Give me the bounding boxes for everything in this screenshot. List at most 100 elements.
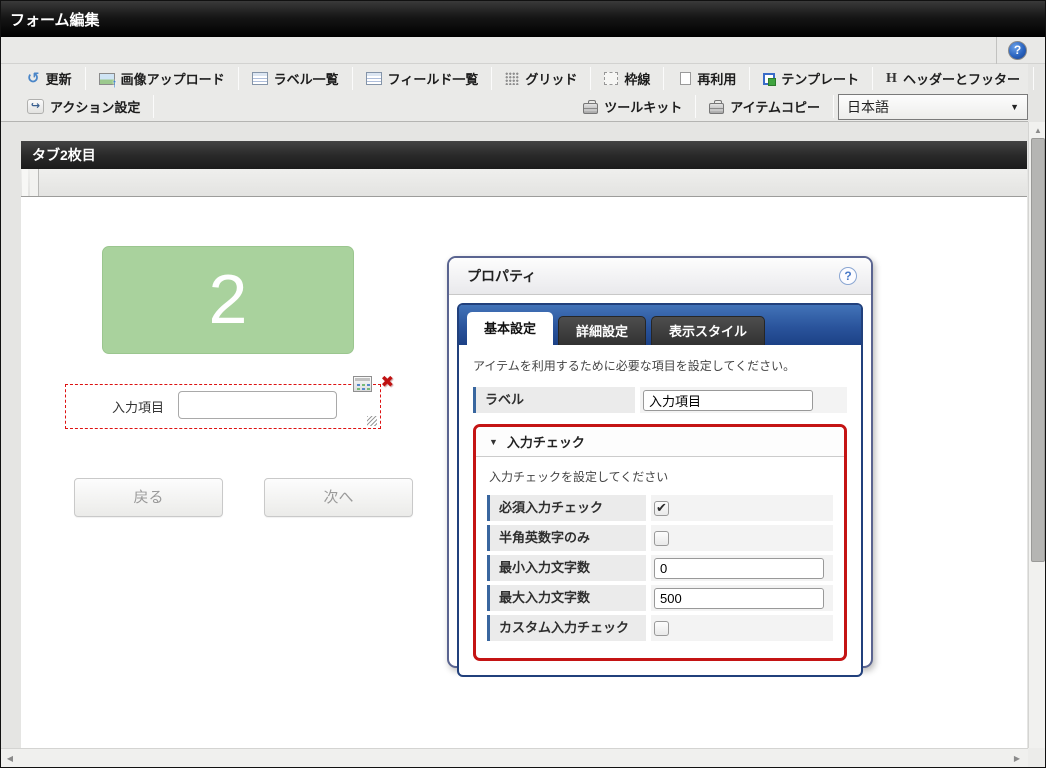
required-checkbox[interactable]: ✔ (654, 500, 669, 516)
vertical-scrollbar-thumb[interactable] (1031, 138, 1045, 562)
toolbar-row-2: ↪ アクション設定 ツールキット アイテムコピー 日本語 ▼ (1, 93, 1028, 120)
refresh-icon: ↺ (27, 69, 40, 87)
toolbar-separator (1032, 67, 1034, 90)
validation-section-title: 入力チェック (506, 435, 585, 450)
properties-tab-content: アイテムを利用するために必要な項目を設定してください。 ラベル ▼ 入力チェック (459, 345, 861, 675)
label-row-value-cell (640, 387, 847, 413)
toolkit-briefcase-icon (583, 99, 599, 114)
collapse-triangle-icon: ▼ (489, 436, 498, 447)
vertical-scrollbar[interactable]: ▲ ▼ (1028, 122, 1045, 767)
chevron-down-icon: ▼ (1010, 101, 1019, 112)
action-arrow-icon: ↪ (27, 99, 44, 114)
validation-section-highlight: ▼ 入力チェック 入力チェックを設定してください 必須入力チェック ✔ 半角英数… (473, 424, 847, 661)
toolbar-separator (695, 95, 697, 118)
max-length-row: 最大入力文字数 (487, 585, 833, 611)
language-select-value: 日本語 (847, 98, 889, 115)
scroll-left-icon[interactable]: ◀ (3, 749, 17, 767)
item-copy-button[interactable]: アイテムコピー (697, 94, 832, 120)
validation-instruction: 入力チェックを設定してください (489, 470, 669, 484)
scrollbar-corner (1028, 748, 1045, 767)
toolbar-separator (590, 67, 592, 90)
field-list-button[interactable]: フィールド一覧 (354, 66, 491, 92)
toolbar-separator (237, 67, 239, 90)
label-list-button[interactable]: ラベル一覧 (240, 66, 351, 92)
required-check-row: 必須入力チェック ✔ (487, 495, 833, 521)
alphanumeric-check-row: 半角英数字のみ (487, 525, 833, 551)
field-label: 入力項目 (112, 400, 165, 415)
toolbar-row-1: ↺ 更新 ↑ 画像アップロード ラベル一覧 フィールド一覧 グリッド 枠線 再利… (1, 65, 1034, 92)
alphanumeric-checkbox[interactable] (654, 530, 669, 546)
next-button[interactable]: 次へ (264, 478, 413, 517)
delete-item-icon[interactable]: ✖ (381, 375, 394, 391)
back-button[interactable]: 戻る (74, 478, 223, 517)
min-length-row: 最小入力文字数 (487, 555, 833, 581)
min-length-input[interactable] (654, 557, 824, 579)
grid-button[interactable]: グリッド (493, 66, 589, 92)
validation-section-header[interactable]: ▼ 入力チェック (476, 427, 844, 457)
image-upload-button[interactable]: ↑ 画像アップロード (87, 66, 237, 92)
window-title: フォーム編集 (10, 11, 100, 29)
tab-display-style[interactable]: 表示スタイル (651, 316, 766, 345)
strip-divider (996, 37, 997, 64)
scroll-right-icon[interactable]: ▶ (1010, 749, 1024, 767)
resize-handle[interactable] (367, 416, 377, 426)
template-button[interactable]: テンプレート (751, 66, 871, 92)
properties-tab-bar: 基本設定 詳細設定 表示スタイル (459, 305, 861, 345)
header-footer-button[interactable]: H ヘッダーとフッター (874, 66, 1032, 92)
properties-tab-container: 基本設定 詳細設定 表示スタイル アイテムを利用するために必要な項目を設定してく… (457, 303, 863, 677)
label-value-input[interactable] (643, 389, 813, 411)
reuse-page-icon (677, 70, 692, 85)
toolbar-separator (749, 67, 751, 90)
label-row: ラベル (473, 387, 847, 413)
item-settings-icon[interactable] (353, 376, 372, 392)
dashed-border-icon (604, 72, 619, 85)
custom-check-row: カスタム入力チェック (487, 615, 833, 641)
update-button[interactable]: ↺ 更新 (15, 66, 84, 92)
properties-panel: プロパティ ? 基本設定 詳細設定 表示スタイル アイテムを利用するために必要な… (447, 256, 873, 677)
toolbar-separator (491, 67, 493, 90)
tab-strip-chip (30, 169, 39, 196)
toolbar-separator (351, 67, 353, 90)
header-footer-icon: H (886, 70, 897, 86)
scroll-up-icon[interactable]: ▲ (1029, 124, 1045, 138)
properties-title: プロパティ (467, 268, 537, 284)
toolbar-separator (872, 67, 874, 90)
properties-help-icon[interactable]: ? (839, 267, 857, 285)
form-canvas-area: タブ2枚目 2 入力項目 ✖ 戻る 次へ プロパティ ? 基本設定 詳細設定 表… (1, 122, 1028, 748)
action-settings-button[interactable]: ↪ アクション設定 (15, 94, 152, 120)
custom-check-checkbox[interactable] (654, 620, 669, 636)
tab-basic-settings[interactable]: 基本設定 (467, 312, 554, 345)
field-list-icon (365, 72, 382, 85)
selected-field-item[interactable]: 入力項目 ✖ (65, 375, 394, 429)
form-edit-window: フォーム編集 ? ↺ 更新 ↑ 画像アップロード ラベル一覧 フィールド一覧 グ… (0, 0, 1046, 768)
max-length-input[interactable] (654, 587, 824, 609)
grid-icon (505, 72, 520, 85)
label-row-name: ラベル (473, 387, 635, 413)
toolkit-button[interactable]: ツールキット (571, 94, 694, 120)
toolbar-separator (84, 67, 86, 90)
reuse-button[interactable]: 再利用 (665, 66, 748, 92)
form-canvas: 2 入力項目 ✖ 戻る 次へ プロパティ ? 基本設定 詳細設定 表示スタイル … (21, 197, 1027, 748)
header-strip: ? (1, 37, 1045, 64)
toolbar-separator (833, 95, 834, 118)
label-list-icon (251, 72, 268, 85)
item-copy-briefcase-icon (709, 99, 725, 114)
tab-detail-settings[interactable]: 詳細設定 (558, 316, 647, 345)
step-number-box[interactable]: 2 (102, 246, 354, 354)
image-upload-icon: ↑ (98, 72, 118, 89)
field-text-input[interactable] (178, 391, 337, 419)
horizontal-scrollbar[interactable]: ◀ ▶ (1, 748, 1028, 767)
toolbar-separator (153, 95, 155, 118)
tab-strip (21, 169, 1027, 197)
tab-section-header: タブ2枚目 (21, 141, 1027, 169)
properties-instruction: アイテムを利用するために必要な項目を設定してください。 (473, 359, 796, 373)
template-icon (763, 72, 777, 86)
validation-rows: 必須入力チェック ✔ 半角英数字のみ 最小入力文字数 0 最大入力文字数 500… (476, 495, 844, 658)
help-icon[interactable]: ? (1008, 41, 1027, 60)
properties-panel-header: プロパティ ? (449, 258, 871, 295)
toolbar: ↺ 更新 ↑ 画像アップロード ラベル一覧 フィールド一覧 グリッド 枠線 再利… (1, 64, 1034, 122)
border-button[interactable]: 枠線 (592, 66, 662, 92)
language-select[interactable]: 日本語 ▼ (838, 93, 1028, 120)
title-bar: フォーム編集 (1, 1, 1045, 37)
toolbar-separator (663, 67, 665, 90)
